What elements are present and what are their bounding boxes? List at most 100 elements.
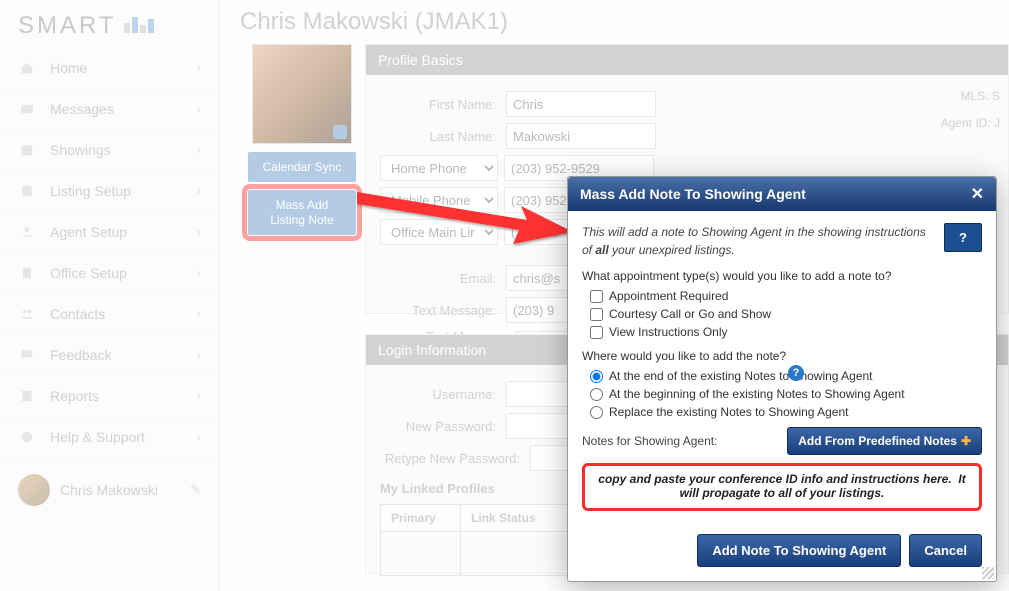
nav-item-feedback[interactable]: Feedback› bbox=[0, 335, 219, 376]
service-level-label: Service Level: bbox=[925, 57, 1000, 83]
nav-item-listing-setup[interactable]: Listing Setup› bbox=[0, 171, 219, 212]
nav-label: Agent Setup bbox=[50, 224, 197, 240]
nav-item-reports[interactable]: Reports› bbox=[0, 376, 219, 417]
modal-footer: Add Note To Showing Agent Cancel bbox=[568, 526, 996, 581]
nav-label: Feedback bbox=[50, 347, 197, 363]
where-end-label: At the end of the existing Notes to Show… bbox=[609, 369, 873, 383]
caret-icon: › bbox=[197, 225, 201, 239]
calendar-icon bbox=[18, 143, 36, 157]
where-add-question: Where would you like to add the note? bbox=[582, 349, 982, 363]
last-name-input[interactable] bbox=[506, 123, 656, 149]
col-primary: Primary bbox=[381, 505, 461, 532]
nav-item-home[interactable]: Home› bbox=[0, 48, 219, 89]
office-phone-type-select[interactable]: Office Main Line bbox=[380, 219, 498, 245]
people-icon bbox=[18, 307, 36, 321]
plus-icon: ✚ bbox=[961, 434, 971, 448]
resize-grip-icon[interactable] bbox=[982, 567, 994, 579]
mls-value: S bbox=[992, 89, 1000, 103]
avatar bbox=[18, 474, 50, 506]
nav-item-messages[interactable]: Messages› bbox=[0, 89, 219, 130]
last-name-label: Last Name: bbox=[380, 129, 506, 144]
caret-icon: › bbox=[197, 389, 201, 403]
help-icon bbox=[18, 430, 36, 444]
courtesy-call-checkbox[interactable] bbox=[590, 308, 603, 321]
cancel-button[interactable]: Cancel bbox=[909, 534, 982, 567]
mobile-phone-type-select[interactable]: Mobile Phone bbox=[380, 187, 498, 213]
edit-icon[interactable]: ✎ bbox=[190, 482, 201, 498]
notes-for-agent-label: Notes for Showing Agent: bbox=[582, 434, 717, 448]
nav-item-office-setup[interactable]: Office Setup› bbox=[0, 253, 219, 294]
nav-label: Office Setup bbox=[50, 265, 197, 281]
retype-password-label: Retype New Password: bbox=[380, 451, 530, 466]
help-button[interactable]: ? bbox=[944, 223, 982, 252]
nav-list: Home› Messages› Showings› Listing Setup›… bbox=[0, 48, 219, 458]
listing-icon bbox=[18, 184, 36, 198]
home-phone-type-select[interactable]: Home Phone bbox=[380, 155, 498, 181]
logo: SMART bbox=[0, 0, 219, 48]
building-gear-icon bbox=[18, 266, 36, 280]
first-name-input[interactable] bbox=[506, 91, 656, 117]
email-label: Email: bbox=[380, 271, 506, 286]
username-label: Username: bbox=[380, 387, 506, 402]
where-end-radio[interactable] bbox=[590, 370, 603, 383]
first-name-label: First Name: bbox=[380, 97, 506, 112]
nav-label: Reports bbox=[50, 388, 197, 404]
profile-picture[interactable] bbox=[252, 44, 352, 144]
modal-title: Mass Add Note To Showing Agent bbox=[580, 186, 971, 202]
mls-label: MLS: bbox=[961, 89, 989, 103]
profile-side-column: Calendar Sync Mass Add Listing Note bbox=[242, 44, 362, 235]
agent-id-value: J bbox=[994, 116, 1000, 130]
hint-icon[interactable]: ? bbox=[788, 365, 804, 381]
nav-label: Showings bbox=[50, 142, 197, 158]
caret-icon: › bbox=[197, 266, 201, 280]
appt-required-checkbox[interactable] bbox=[590, 290, 603, 303]
where-beginning-label: At the beginning of the existing Notes t… bbox=[609, 387, 905, 401]
where-replace-label: Replace the existing Notes to Showing Ag… bbox=[609, 405, 848, 419]
caret-icon: › bbox=[197, 102, 201, 116]
modal-intro-text: This will add a note to Showing Agent in… bbox=[582, 223, 982, 259]
notes-textarea[interactable]: copy and paste your conference ID info a… bbox=[582, 463, 982, 511]
report-icon bbox=[18, 389, 36, 403]
text-message-label: Text Message: bbox=[380, 303, 506, 318]
nav-item-contacts[interactable]: Contacts› bbox=[0, 294, 219, 335]
mass-add-note-modal: Mass Add Note To Showing Agent ✕ ? This … bbox=[567, 176, 997, 582]
nav-label: Home bbox=[50, 60, 197, 76]
user-gear-icon bbox=[18, 225, 36, 239]
courtesy-call-label: Courtesy Call or Go and Show bbox=[609, 307, 771, 321]
view-instructions-label: View Instructions Only bbox=[609, 325, 728, 339]
modal-header[interactable]: Mass Add Note To Showing Agent ✕ bbox=[568, 177, 996, 211]
close-icon[interactable]: ✕ bbox=[971, 184, 984, 204]
nav-label: Help & Support bbox=[50, 429, 197, 445]
sidebar: SMART Home› Messages› Showings› Listing … bbox=[0, 0, 220, 591]
current-user-row[interactable]: Chris Makowski ✎ bbox=[0, 464, 219, 516]
profile-meta: Service Level: MLS: S Agent ID: J bbox=[925, 57, 1000, 136]
caret-icon: › bbox=[197, 61, 201, 75]
appointment-types-question: What appointment type(s) would you like … bbox=[582, 269, 982, 283]
nav-label: Contacts bbox=[50, 306, 197, 322]
mail-icon bbox=[18, 102, 36, 116]
page-title: Chris Makowski (JMAK1) bbox=[220, 0, 1009, 44]
view-instructions-checkbox[interactable] bbox=[590, 326, 603, 339]
nav-item-agent-setup[interactable]: Agent Setup› bbox=[0, 212, 219, 253]
add-note-button[interactable]: Add Note To Showing Agent bbox=[697, 534, 901, 567]
nav-item-help[interactable]: Help & Support› bbox=[0, 417, 219, 458]
where-beginning-radio[interactable] bbox=[590, 388, 603, 401]
nav-item-showings[interactable]: Showings› bbox=[0, 130, 219, 171]
feedback-icon bbox=[18, 348, 36, 362]
caret-icon: › bbox=[197, 430, 201, 444]
caret-icon: › bbox=[197, 348, 201, 362]
panel-header: Profile Basics bbox=[366, 45, 1008, 75]
mass-add-listing-note-button[interactable]: Mass Add Listing Note bbox=[248, 190, 356, 235]
where-replace-radio[interactable] bbox=[590, 406, 603, 419]
logo-text: SMART bbox=[18, 12, 117, 39]
caret-icon: › bbox=[197, 184, 201, 198]
agent-id-label: Agent ID: bbox=[941, 116, 991, 130]
home-icon bbox=[18, 61, 36, 75]
logo-bars-icon bbox=[124, 17, 154, 33]
calendar-sync-button[interactable]: Calendar Sync bbox=[248, 152, 356, 182]
add-from-predefined-button[interactable]: Add From Predefined Notes✚ bbox=[787, 427, 982, 455]
appt-required-label: Appointment Required bbox=[609, 289, 728, 303]
modal-body: ? This will add a note to Showing Agent … bbox=[568, 211, 996, 526]
current-user-name: Chris Makowski bbox=[60, 482, 190, 498]
caret-icon: › bbox=[197, 307, 201, 321]
